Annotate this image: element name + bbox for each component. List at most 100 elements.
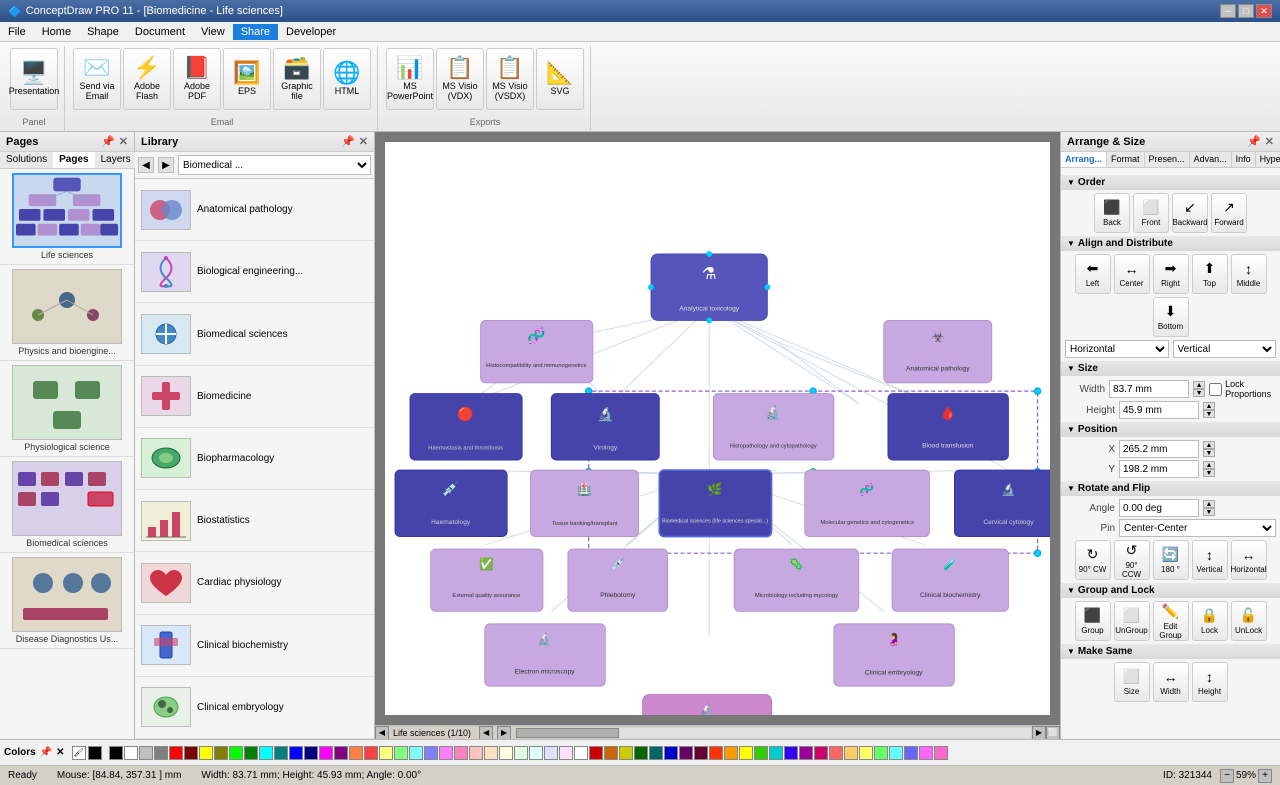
height-down[interactable]: ▼ bbox=[1203, 410, 1215, 418]
btn-180[interactable]: 🔄 180 ° bbox=[1153, 540, 1189, 580]
tab-solutions[interactable]: Solutions bbox=[0, 152, 53, 168]
section-order-header[interactable]: Order bbox=[1061, 175, 1280, 190]
color-swatch[interactable] bbox=[394, 746, 408, 760]
maximize-button[interactable]: □ bbox=[1238, 4, 1254, 18]
tab-pages[interactable]: Pages bbox=[53, 152, 94, 168]
canvas-inner[interactable]: ⚗ Analytical toxicology 🧬 Histocompatibi… bbox=[375, 132, 1060, 725]
btn-align-right[interactable]: ➡ Right bbox=[1153, 254, 1189, 294]
page-item-life-sciences[interactable]: Life sciences bbox=[0, 169, 134, 265]
scroll-expand-btn[interactable]: ⬜ bbox=[1046, 726, 1060, 740]
color-swatch[interactable] bbox=[784, 746, 798, 760]
angle-up[interactable]: ▲ bbox=[1203, 500, 1215, 508]
library-nav-back[interactable]: ◀ bbox=[138, 157, 154, 173]
btn-edit-group[interactable]: ✏️ Edit Group bbox=[1153, 601, 1189, 641]
close-button[interactable]: ✕ bbox=[1256, 4, 1272, 18]
color-swatch[interactable] bbox=[814, 746, 828, 760]
y-up[interactable]: ▲ bbox=[1203, 461, 1215, 469]
scrollbar-horizontal[interactable]: ◀ Life sciences (1/10) ◀ ▶ ▶ ⬜ bbox=[375, 725, 1060, 739]
btn-same-height[interactable]: ↕ Height bbox=[1192, 662, 1228, 702]
pages-panel-close[interactable]: ✕ bbox=[119, 135, 128, 148]
scroll-right-btn[interactable]: ▶ bbox=[1032, 726, 1046, 740]
minimize-button[interactable]: ─ bbox=[1220, 4, 1236, 18]
btn-forward[interactable]: ↗ Forward bbox=[1211, 193, 1247, 233]
section-rotate-header[interactable]: Rotate and Flip bbox=[1061, 481, 1280, 496]
color-swatch[interactable] bbox=[514, 746, 528, 760]
color-swatch[interactable] bbox=[529, 746, 543, 760]
color-swatch[interactable] bbox=[769, 746, 783, 760]
scroll-next-page[interactable]: ▶ bbox=[497, 726, 511, 740]
menu-shape[interactable]: Shape bbox=[79, 24, 127, 40]
color-swatch[interactable] bbox=[589, 746, 603, 760]
color-swatch[interactable] bbox=[559, 746, 573, 760]
library-nav-forward[interactable]: ▶ bbox=[158, 157, 174, 173]
color-swatch[interactable] bbox=[664, 746, 678, 760]
ribbon-btn-adobe-flash[interactable]: ⚡ Adobe Flash bbox=[123, 48, 171, 110]
color-swatch[interactable] bbox=[619, 746, 633, 760]
btn-align-center[interactable]: ↔ Center bbox=[1114, 254, 1150, 294]
lib-item-biopharmacology[interactable]: Biopharmacology bbox=[135, 428, 374, 490]
color-swatch[interactable] bbox=[169, 746, 183, 760]
color-swatch[interactable] bbox=[874, 746, 888, 760]
lock-proportions-checkbox[interactable] bbox=[1209, 383, 1222, 396]
color-swatch[interactable] bbox=[409, 746, 423, 760]
ribbon-btn-html[interactable]: 🌐 HTML bbox=[323, 48, 371, 110]
pages-panel-pin[interactable]: 📌 bbox=[101, 135, 115, 148]
color-swatch[interactable] bbox=[454, 746, 468, 760]
angle-down[interactable]: ▼ bbox=[1203, 508, 1215, 516]
color-swatch[interactable] bbox=[709, 746, 723, 760]
tab-layers[interactable]: Layers bbox=[95, 152, 137, 168]
scroll-left-btn[interactable]: ◀ bbox=[375, 726, 389, 740]
page-item-physiological[interactable]: Physiological science bbox=[0, 361, 134, 457]
color-swatch[interactable] bbox=[439, 746, 453, 760]
ribbon-btn-ms-visio-vdx[interactable]: 📋 MS Visio (VDX) bbox=[436, 48, 484, 110]
x-down[interactable]: ▼ bbox=[1203, 449, 1215, 457]
y-input[interactable] bbox=[1119, 460, 1199, 478]
color-swatch[interactable] bbox=[694, 746, 708, 760]
color-swatch[interactable] bbox=[499, 746, 513, 760]
color-swatch[interactable] bbox=[424, 746, 438, 760]
lib-item-biological-engineering[interactable]: Biological engineering... bbox=[135, 241, 374, 303]
color-swatch[interactable] bbox=[289, 746, 303, 760]
color-swatch[interactable] bbox=[919, 746, 933, 760]
btn-90cw[interactable]: ↻ 90° CW bbox=[1075, 540, 1111, 580]
width-input[interactable] bbox=[1109, 380, 1189, 398]
section-align-header[interactable]: Align and Distribute bbox=[1061, 236, 1280, 251]
ribbon-btn-graphic-file[interactable]: 🗃️ Graphic file bbox=[273, 48, 321, 110]
color-swatch[interactable] bbox=[349, 746, 363, 760]
color-swatch[interactable] bbox=[469, 746, 483, 760]
scroll-prev-page[interactable]: ◀ bbox=[479, 726, 493, 740]
section-make-same-header[interactable]: Make Same bbox=[1061, 644, 1280, 659]
x-up[interactable]: ▲ bbox=[1203, 441, 1215, 449]
color-swatch[interactable] bbox=[544, 746, 558, 760]
align-vertical-dropdown[interactable]: Vertical bbox=[1173, 340, 1277, 358]
color-swatch[interactable] bbox=[829, 746, 843, 760]
colors-panel-pin[interactable]: 📌 bbox=[40, 747, 52, 758]
height-up[interactable]: ▲ bbox=[1203, 402, 1215, 410]
menu-document[interactable]: Document bbox=[127, 24, 193, 40]
tab-advan[interactable]: Advan... bbox=[1190, 152, 1232, 167]
ribbon-btn-adobe-pdf[interactable]: 📕 Adobe PDF bbox=[173, 48, 221, 110]
zoom-in-btn[interactable]: + bbox=[1258, 769, 1272, 783]
align-horizontal-dropdown[interactable]: Horizontal bbox=[1065, 340, 1169, 358]
width-up[interactable]: ▲ bbox=[1193, 381, 1205, 389]
lib-item-biomedical-sciences[interactable]: Biomedical sciences bbox=[135, 303, 374, 365]
color-swatch[interactable] bbox=[859, 746, 873, 760]
menu-home[interactable]: Home bbox=[34, 24, 79, 40]
btn-90ccw[interactable]: ↺ 90° CCW bbox=[1114, 540, 1150, 580]
y-down[interactable]: ▼ bbox=[1203, 469, 1215, 477]
menu-share[interactable]: Share bbox=[233, 24, 278, 40]
colors-panel-close[interactable]: ✕ bbox=[56, 747, 64, 758]
btn-align-bottom[interactable]: ⬇ Bottom bbox=[1153, 297, 1189, 337]
color-swatch[interactable] bbox=[604, 746, 618, 760]
color-swatch[interactable] bbox=[904, 746, 918, 760]
lib-item-cardiac-physiology[interactable]: Cardiac physiology bbox=[135, 552, 374, 614]
menu-view[interactable]: View bbox=[193, 24, 233, 40]
width-down[interactable]: ▼ bbox=[1193, 389, 1205, 397]
lib-item-anatomical-pathology[interactable]: Anatomical pathology bbox=[135, 179, 374, 241]
height-input[interactable] bbox=[1119, 401, 1199, 419]
btn-align-left[interactable]: ⬅ Left bbox=[1075, 254, 1111, 294]
color-swatch[interactable] bbox=[214, 746, 228, 760]
btn-front[interactable]: ⬜ Front bbox=[1133, 193, 1169, 233]
btn-lock[interactable]: 🔒 Lock bbox=[1192, 601, 1228, 641]
btn-ungroup[interactable]: ⬜ UnGroup bbox=[1114, 601, 1150, 641]
